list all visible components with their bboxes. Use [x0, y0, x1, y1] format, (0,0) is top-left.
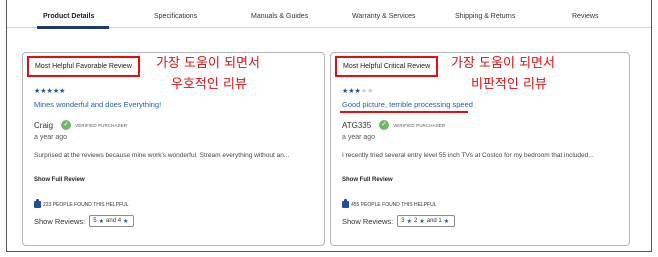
helpful-count: 455 PEOPLE FOUND THIS HELPFUL	[342, 199, 437, 208]
thumbs-up-icon	[342, 199, 349, 208]
active-tab-indicator	[37, 26, 109, 29]
review-title-link[interactable]: Mines wonderful and does Everything!	[34, 100, 161, 109]
helpful-count-text: 223 PEOPLE FOUND THIS HELPFUL	[43, 201, 129, 208]
star-icon: ★	[98, 218, 105, 225]
star-icon-filled: ★★★	[342, 88, 361, 95]
product-tabs: Product Details Specifications Manuals &…	[7, 8, 651, 29]
rating-filter-button[interactable]: 5 ★ and 4 ★	[89, 215, 135, 227]
filter-value: 3	[401, 218, 405, 224]
show-full-review-link[interactable]: Show Full Review	[342, 177, 393, 183]
tab-shipping-returns[interactable]: Shipping & Returns	[455, 13, 515, 20]
author-name: Craig	[34, 120, 54, 130]
tab-product-details[interactable]: Product Details	[43, 13, 94, 20]
review-excerpt: Surprised at the reviews because mine wo…	[34, 152, 290, 159]
helpful-count: 223 PEOPLE FOUND THIS HELPFUL	[34, 199, 129, 208]
star-icon: ★	[419, 218, 425, 225]
filter-value: and 4	[106, 218, 122, 224]
review-excerpt: I recently tried several entry level 55 …	[342, 152, 594, 159]
show-reviews-label: Show Reviews:	[342, 216, 394, 226]
star-icon: ★	[406, 218, 413, 225]
tab-manuals-guides[interactable]: Manuals & Guides	[251, 13, 308, 20]
check-icon: ✓	[61, 120, 72, 130]
critical-review-heading: Most Helpful Critical Review	[335, 56, 439, 77]
author-name: ATG335	[342, 120, 372, 130]
star-icon-filled: ★★★★★	[34, 88, 66, 95]
check-icon: ✓	[379, 120, 390, 130]
tab-reviews[interactable]: Reviews	[572, 13, 598, 20]
favorable-review-card: Most Helpful Favorable Review 가장 도움이 되면서…	[22, 52, 325, 246]
filter-value: and 1	[426, 218, 442, 224]
helpful-count-text: 455 PEOPLE FOUND THIS HELPFUL	[351, 201, 437, 208]
review-time: a year ago	[34, 134, 68, 141]
review-time: a year ago	[342, 134, 376, 141]
author-row: ATG335 ✓ VERIFIED PURCHASER	[342, 119, 445, 131]
rating-filter-button[interactable]: 3 ★ 2 ★ and 1 ★	[397, 215, 456, 227]
annotation-text-critical-line1: 가장 도움이 되면서	[451, 56, 555, 71]
favorable-review-heading: Most Helpful Favorable Review	[27, 56, 140, 77]
verified-purchaser-label: VERIFIED PURCHASER	[75, 122, 128, 128]
annotation-underline	[340, 111, 468, 113]
tab-specifications[interactable]: Specifications	[154, 13, 197, 20]
star-rating: ★★★★★	[342, 87, 373, 95]
show-full-review-link[interactable]: Show Full Review	[34, 177, 85, 183]
critical-review-card: Most Helpful Critical Review 가장 도움이 되면서 …	[330, 52, 630, 246]
tab-warranty-services[interactable]: Warranty & Services	[352, 13, 416, 20]
review-title-link[interactable]: Good picture, terrible processing speed	[342, 100, 473, 109]
star-rating: ★★★★★	[34, 87, 65, 95]
show-reviews-filter: Show Reviews: 5 ★ and 4 ★	[34, 215, 135, 227]
filter-value: 5	[93, 218, 97, 224]
thumbs-up-icon	[34, 199, 41, 208]
annotation-text-critical-line2: 비판적인 리뷰	[471, 77, 547, 92]
star-icon-empty: ★★	[360, 88, 374, 95]
author-row: Craig ✓ VERIFIED PURCHASER	[34, 119, 127, 131]
filter-value: 2	[414, 218, 418, 224]
annotation-text-favorable-line2: 우호적인 리뷰	[171, 77, 247, 92]
star-icon: ★	[123, 218, 129, 225]
star-icon: ★	[443, 218, 450, 225]
verified-purchaser-label: VERIFIED PURCHASER	[393, 122, 446, 128]
annotation-text-favorable-line1: 가장 도움이 되면서	[156, 56, 260, 71]
show-reviews-filter: Show Reviews: 3 ★ 2 ★ and 1 ★	[342, 215, 456, 227]
show-reviews-label: Show Reviews:	[34, 216, 86, 226]
